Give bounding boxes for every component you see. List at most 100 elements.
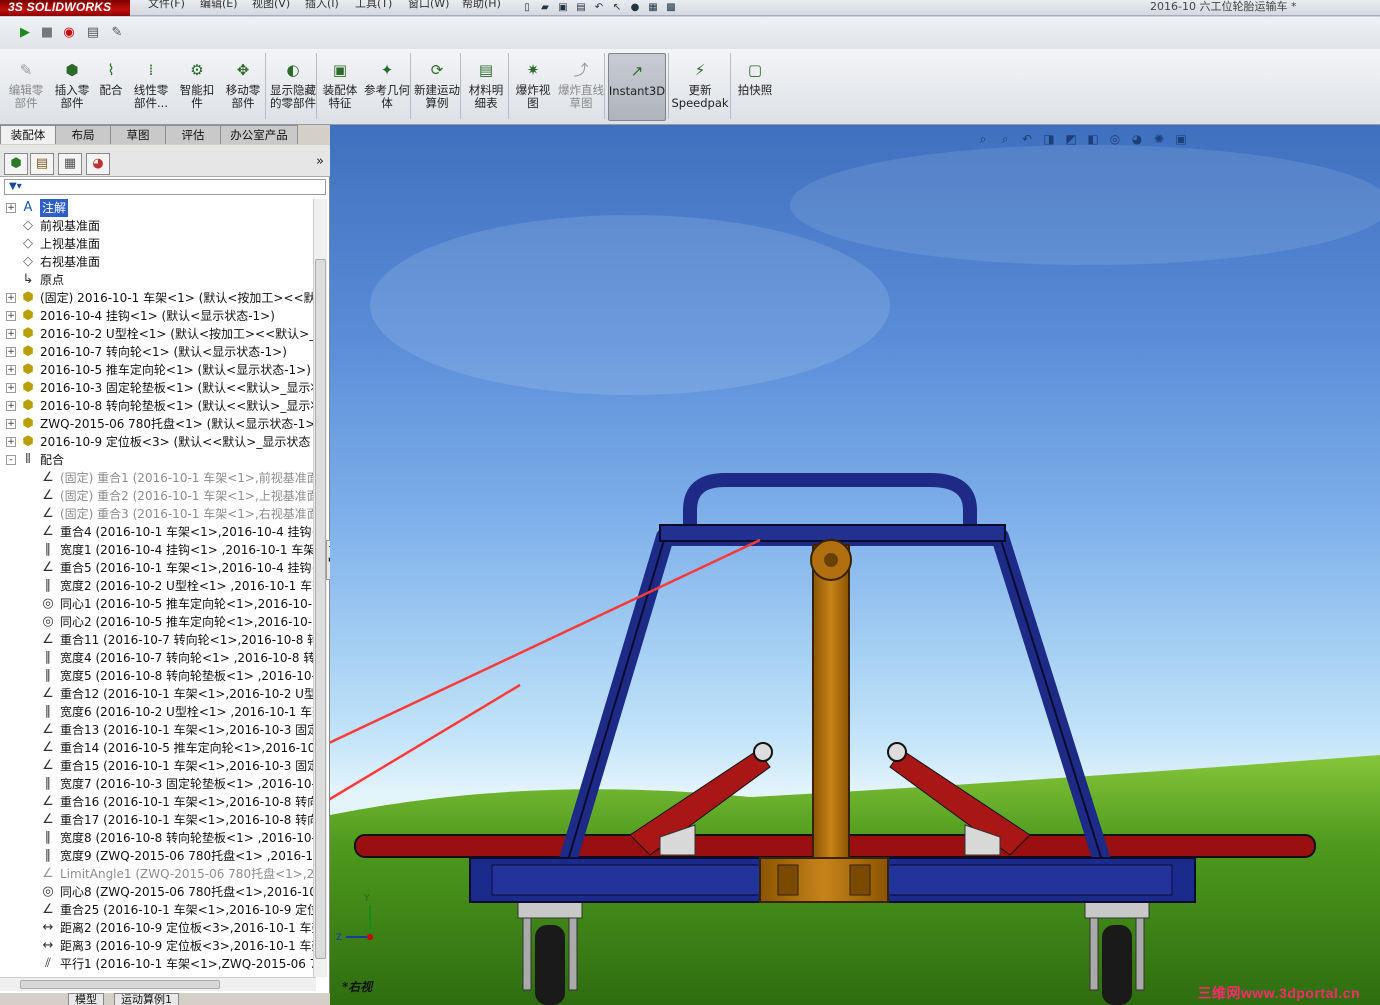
expand-icon[interactable]: + <box>6 203 16 213</box>
mate-item[interactable]: ∥ 宽度6 (2016-10-2 U型栓<1> ,2016-10-1 车架 <box>0 703 314 721</box>
mate-item[interactable]: ∠ 重合17 (2016-10-1 车架<1>,2016-10-8 转向轮 <box>0 811 314 829</box>
edit-appearance-icon[interactable]: ◕ <box>1129 131 1145 147</box>
command-snapshot-button[interactable]: ▢ 拍快照 <box>732 53 778 121</box>
solidworks-logo[interactable]: 3S SOLIDWORKS <box>0 0 130 16</box>
tab-2[interactable]: 草图 <box>110 125 166 144</box>
expand-icon[interactable]: + <box>6 419 16 429</box>
expand-icon[interactable]: + <box>6 437 16 447</box>
save-icon[interactable]: ▣ <box>556 2 570 14</box>
mate-item[interactable]: ∠ 重合5 (2016-10-1 车架<1>,2016-10-4 挂钩< <box>0 559 314 577</box>
command-insert-components-button[interactable]: ⬢ 插入零部件 <box>50 53 94 121</box>
rebuild-icon[interactable]: ● <box>628 2 642 14</box>
section-view-icon[interactable]: ◨ <box>1041 131 1057 147</box>
tab-0[interactable]: 装配体 <box>0 125 56 144</box>
mate-item[interactable]: ↔ 距离2 (2016-10-9 定位板<3>,2016-10-1 车架 <box>0 919 314 937</box>
menu-item[interactable]: 插入(I) <box>305 0 361 10</box>
mate-item[interactable]: ◎ 同心2 (2016-10-5 推车定向轮<1>,2016-10-3 <box>0 613 314 631</box>
command-show-hidden-button[interactable]: ◐ 显示隐藏的零部件 <box>270 53 316 121</box>
record-macro-icon[interactable]: ◉ <box>60 24 78 42</box>
tree-item[interactable]: + ⬢ (固定) 2016-10-1 车架<1> (默认<按加工><<默认 <box>0 289 314 307</box>
expand-icon[interactable]: + <box>6 293 16 303</box>
tree-item[interactable]: + ⬢ ZWQ-2015-06 780托盘<1> (默认<显示状态-1>) <box>0 415 314 433</box>
new-macro-icon[interactable]: ▤ <box>84 24 102 42</box>
mate-item[interactable]: ∥ 宽度7 (2016-10-3 固定轮垫板<1> ,2016-10-1 <box>0 775 314 793</box>
mate-item[interactable]: ∥ 宽度8 (2016-10-8 转向轮垫板<1> ,2016-10-1 <box>0 829 314 847</box>
expand-icon[interactable]: + <box>6 401 16 411</box>
tree-horizontal-scrollbar[interactable] <box>0 977 316 991</box>
command-speedpak-button[interactable]: ⚡ 更新Speedpak <box>670 53 730 121</box>
command-reference-geometry-button[interactable]: ✦ 参考几何体 <box>364 53 410 121</box>
zoom-area-icon[interactable]: ⌕ <box>997 131 1013 147</box>
mate-item[interactable]: ∠ 重合13 (2016-10-1 车架<1>,2016-10-3 固定轮 <box>0 721 314 739</box>
mate-item[interactable]: ∥ 宽度9 (ZWQ-2015-06 780托盘<1> ,2016-10- <box>0 847 314 865</box>
menu-item[interactable]: 帮助(H) <box>462 0 518 10</box>
command-assembly-features-button[interactable]: ▣ 装配体特征 <box>320 53 360 121</box>
tree-item[interactable]: + ⬢ 2016-10-4 挂钩<1> (默认<显示状态-1>) <box>0 307 314 325</box>
tab-3[interactable]: 评估 <box>165 125 221 144</box>
tree-item[interactable]: + ⬢ 2016-10-9 定位板<3> (默认<<默认>_显示状态 1 <box>0 433 314 451</box>
command-mate-button[interactable]: ⌇ 配合 <box>96 53 126 121</box>
undo-icon[interactable]: ↶ <box>592 2 606 14</box>
select-arrow-icon[interactable]: ↖ <box>610 2 624 14</box>
mate-item[interactable]: ⫽ 平行1 (2016-10-1 车架<1>,ZWQ-2015-06 78 <box>0 955 314 973</box>
menu-item[interactable]: 窗口(W) <box>408 0 464 10</box>
command-instant3d-button[interactable]: ↗ Instant3D <box>608 53 666 121</box>
mate-item[interactable]: ∠ 重合15 (2016-10-1 车架<1>,2016-10-3 固定轮 <box>0 757 314 775</box>
display-manager-tab-icon[interactable]: ◕ <box>86 153 110 175</box>
command-move-component-button[interactable]: ✥ 移动零部件 <box>222 53 264 121</box>
command-smart-fasteners-button[interactable]: ⚙ 智能扣件 <box>176 53 218 121</box>
print-icon[interactable]: ▤ <box>574 2 588 14</box>
mate-item[interactable]: ∠ 重合4 (2016-10-1 车架<1>,2016-10-4 挂钩< <box>0 523 314 541</box>
tree-item[interactable]: + ⬢ 2016-10-7 转向轮<1> (默认<显示状态-1>) <box>0 343 314 361</box>
command-motion-study-button[interactable]: ⟳ 新建运动算例 <box>414 53 460 121</box>
mate-item[interactable]: ◎ 同心1 (2016-10-5 推车定向轮<1>,2016-10-3 <box>0 595 314 613</box>
tree-item[interactable]: ◇ 右视基准面 <box>0 253 314 271</box>
expand-icon[interactable]: + <box>6 365 16 375</box>
tab-4[interactable]: 办公室产品 <box>220 125 298 144</box>
expand-icon[interactable]: + <box>6 311 16 321</box>
tree-item[interactable]: + ⬢ 2016-10-2 U型栓<1> (默认<按加工><<默认>_显 <box>0 325 314 343</box>
graphics-viewport[interactable]: Y Z ⌕ ⌕ ↶ ◨ ◩ ◧ ◎ ◕ ✺ ▣ *右视 三维网www.3dpor… <box>330 125 1380 1005</box>
mate-item[interactable]: ↔ 距离3 (2016-10-9 定位板<3>,2016-10-1 车架 <box>0 937 314 955</box>
open-folder-icon[interactable]: ▰ <box>538 2 552 14</box>
view-orientation-icon[interactable]: ◩ <box>1063 131 1079 147</box>
file-properties-icon[interactable]: ▦ <box>646 2 660 14</box>
previous-view-icon[interactable]: ↶ <box>1019 131 1035 147</box>
command-linear-pattern-button[interactable]: ⁞ 线性零部件... <box>130 53 172 121</box>
bottom-tab[interactable]: 运动算例1 <box>114 993 179 1005</box>
run-macro-icon[interactable]: ▶ <box>16 24 34 42</box>
command-edit-component-button[interactable]: ✎ 编辑零部件 <box>4 53 48 121</box>
expand-icon[interactable]: + <box>6 383 16 393</box>
new-document-icon[interactable]: ▯ <box>520 2 534 14</box>
edit-macro-icon[interactable]: ✎ <box>108 24 126 42</box>
scroll-thumb[interactable] <box>20 980 220 989</box>
property-manager-tab-icon[interactable]: ▤ <box>30 153 54 175</box>
stop-macro-icon[interactable]: ■ <box>38 24 56 42</box>
mate-item[interactable]: ∥ 宽度1 (2016-10-4 挂钩<1> ,2016-10-1 车架< <box>0 541 314 559</box>
expand-tabs-icon[interactable]: » <box>316 154 324 169</box>
mate-item[interactable]: ∠ (固定) 重合1 (2016-10-1 车架<1>,前视基准面 <box>0 469 314 487</box>
tree-item[interactable]: + A 注解 <box>0 199 314 217</box>
mate-item[interactable]: ◎ 同心8 (ZWQ-2015-06 780托盘<1>,2016-10- <box>0 883 314 901</box>
hide-show-items-icon[interactable]: ◎ <box>1107 131 1123 147</box>
zoom-to-fit-icon[interactable]: ⌕ <box>975 131 991 147</box>
tree-item[interactable]: + ⬢ 2016-10-5 推车定向轮<1> (默认<显示状态-1>) <box>0 361 314 379</box>
mate-item[interactable]: ∠ (固定) 重合2 (2016-10-1 车架<1>,上视基准面 <box>0 487 314 505</box>
mate-item[interactable]: ∠ LimitAngle1 (ZWQ-2015-06 780托盘<1>,201 <box>0 865 314 883</box>
bottom-tab[interactable]: 模型 <box>68 993 104 1005</box>
apply-scene-icon[interactable]: ✺ <box>1151 131 1167 147</box>
tree-item[interactable]: ◇ 前视基准面 <box>0 217 314 235</box>
tree-item[interactable]: ↳ 原点 <box>0 271 314 289</box>
view-settings-icon[interactable]: ▣ <box>1173 131 1189 147</box>
tree-item[interactable]: + ⬢ 2016-10-8 转向轮垫板<1> (默认<<默认>_显示状 <box>0 397 314 415</box>
mate-item[interactable]: ∠ 重合25 (2016-10-1 车架<1>,2016-10-9 定位板 <box>0 901 314 919</box>
tab-1[interactable]: 布局 <box>55 125 111 144</box>
menu-item[interactable]: 视图(V) <box>252 0 308 10</box>
scroll-thumb[interactable] <box>315 259 326 959</box>
collapse-icon[interactable]: - <box>6 455 16 465</box>
tree-item[interactable]: + ⬢ 2016-10-3 固定轮垫板<1> (默认<<默认>_显示状 <box>0 379 314 397</box>
command-explode-line-button[interactable]: ⤴ 爆炸直线草图 <box>558 53 604 121</box>
command-exploded-view-button[interactable]: ✷ 爆炸视图 <box>512 53 554 121</box>
menu-item[interactable]: 编辑(E) <box>200 0 256 10</box>
mate-item[interactable]: ∠ 重合14 (2016-10-5 推车定向轮<1>,2016-10-3 <box>0 739 314 757</box>
